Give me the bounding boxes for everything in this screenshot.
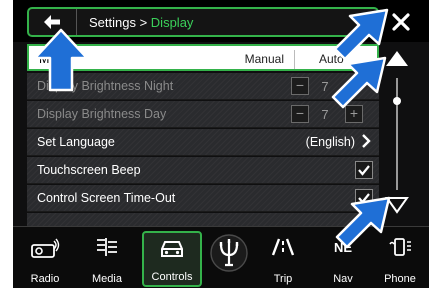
mode-manual-label: Manual <box>244 52 284 66</box>
media-icon <box>97 238 117 256</box>
brightness-day-decrease-button[interactable]: − <box>291 105 309 123</box>
trident-logo-icon <box>210 234 248 272</box>
list-item-control-screen-timeout[interactable]: Control Screen Time-Out <box>27 185 379 212</box>
chevron-right-icon <box>362 134 371 148</box>
nav-item-home-logo[interactable] <box>205 231 253 287</box>
nav-label: Media <box>92 273 122 285</box>
scrollbar-track[interactable] <box>396 78 398 190</box>
breadcrumb-current: Display <box>150 15 194 30</box>
callout-arrow-scroll-up-icon <box>331 56 387 109</box>
callout-arrow-scroll-down-icon <box>335 196 391 249</box>
list-item-label: Set Language <box>37 135 115 149</box>
language-value: (English) <box>305 135 355 149</box>
car-icon <box>161 241 183 257</box>
mode-manual-option[interactable]: Manual <box>207 50 295 69</box>
touchscreen-beep-checkbox[interactable] <box>355 161 373 179</box>
list-item-set-language[interactable]: Set Language (English) <box>27 129 379 156</box>
nav-label: Trip <box>273 273 293 285</box>
radio-icon <box>31 238 60 258</box>
nav-item-controls[interactable]: Controls <box>142 231 202 287</box>
uconnect-screen: Settings > Display Mode Manual Auto Disp… <box>13 0 429 288</box>
list-item-label: Control Screen Time-Out <box>37 191 176 205</box>
nav-label: Phone <box>384 273 416 285</box>
nav-label: Controls <box>151 271 193 283</box>
breadcrumb-parent: Settings > <box>89 15 151 30</box>
nav-item-radio[interactable]: Radio <box>19 231 71 287</box>
nav-item-trip[interactable]: Trip <box>259 231 307 287</box>
road-icon <box>271 238 295 256</box>
list-item-label: Display Brightness Day <box>37 107 167 121</box>
list-item-partial <box>27 213 379 226</box>
brightness-night-decrease-button[interactable]: − <box>291 77 309 95</box>
checkmark-icon <box>358 165 370 176</box>
breadcrumb: Settings > Display <box>89 15 193 30</box>
nav-label: Nav <box>333 273 353 285</box>
scrollbar-thumb[interactable] <box>393 97 401 105</box>
list-item-brightness-day[interactable]: Display Brightness Day − 7 + <box>27 101 379 128</box>
list-item-touchscreen-beep[interactable]: Touchscreen Beep <box>27 157 379 184</box>
callout-arrow-up-icon <box>33 28 89 92</box>
nav-label: Radio <box>30 273 60 285</box>
close-x-icon <box>392 13 410 31</box>
nav-item-media[interactable]: Media <box>77 231 137 287</box>
list-item-label: Touchscreen Beep <box>37 163 141 177</box>
